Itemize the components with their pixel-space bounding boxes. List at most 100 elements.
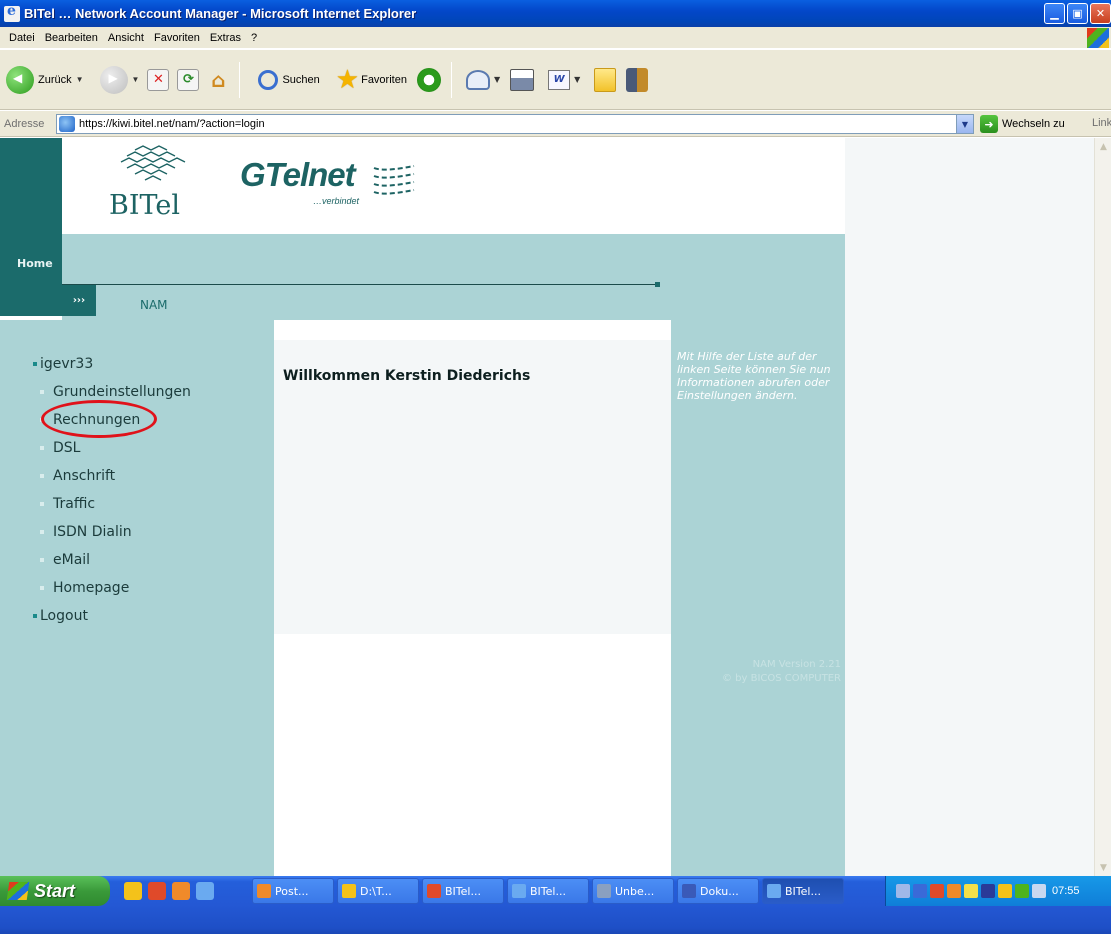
print-icon[interactable]	[510, 68, 535, 91]
task-label: Post...	[275, 884, 309, 898]
chevron-down-icon[interactable]: ▼	[956, 115, 973, 133]
menu-item-grundeinstellungen[interactable]: Grundeinstellungen	[40, 384, 191, 400]
app-icon	[597, 884, 611, 898]
menu-item-label: eMail	[53, 552, 91, 568]
menu-extras[interactable]: Extras	[205, 32, 246, 44]
mail-icon[interactable]	[465, 69, 490, 90]
internet-explorer-icon[interactable]	[196, 882, 214, 900]
version-info: NAM Version 2.21 © by BICOS COMPUTER	[677, 658, 841, 686]
address-input[interactable]: https://kiwi.bitel.net/nam/?action=login…	[56, 114, 974, 134]
menu-datei[interactable]: Datei	[4, 32, 40, 44]
calendar-icon[interactable]	[947, 884, 961, 898]
menu-item-traffic[interactable]: Traffic	[40, 496, 95, 512]
go-button[interactable]: ➜ Wechseln zu	[980, 115, 1065, 133]
scroll-down-icon[interactable]: ▼	[1095, 859, 1111, 876]
task-label: Doku...	[700, 884, 739, 898]
windows-logo-icon	[1087, 28, 1109, 48]
app-icon[interactable]	[998, 884, 1012, 898]
account-menu: igevr33 Grundeinstellungen Rechnungen DS…	[0, 320, 274, 876]
task-button[interactable]: Unbe...	[592, 878, 674, 904]
task-button[interactable]: Post...	[252, 878, 334, 904]
forward-arrow-icon	[99, 65, 128, 94]
page-right-background	[845, 138, 1094, 876]
chevron-down-icon[interactable]: ▼	[574, 75, 580, 84]
favorites-label: Favoriten	[361, 73, 407, 86]
shield-icon[interactable]	[913, 884, 927, 898]
menu-item-label: DSL	[53, 440, 81, 456]
go-label: Wechseln zu	[1002, 118, 1065, 130]
favorites-button[interactable]: ★ Favoriten	[326, 64, 407, 95]
chevron-down-icon[interactable]: ▼	[132, 75, 140, 84]
vertical-scrollbar[interactable]: ▲ ▼	[1094, 138, 1111, 876]
internet-explorer-icon	[4, 3, 20, 22]
notes-icon[interactable]	[594, 67, 617, 92]
app-icon[interactable]	[1015, 884, 1029, 898]
task-button[interactable]: BITel...	[422, 878, 504, 904]
search-button[interactable]: Suchen	[246, 69, 320, 90]
bitel-logo-text: BITel	[109, 190, 181, 221]
task-button-active[interactable]: BITel...	[762, 878, 844, 904]
main-content: Willkommen Kerstin Diederichs	[274, 320, 671, 876]
home-icon[interactable]: ⌂	[207, 68, 229, 92]
chevron-down-icon[interactable]: ▼	[494, 75, 500, 84]
refresh-icon[interactable]: ⟳	[177, 68, 200, 91]
bullet-icon	[33, 362, 37, 366]
start-label: Start	[34, 880, 76, 901]
app-icon[interactable]	[964, 884, 978, 898]
clock[interactable]: 07:55	[1052, 885, 1080, 897]
search-label: Suchen	[282, 73, 320, 86]
menu-logout[interactable]: Logout	[33, 608, 88, 624]
task-button[interactable]: BITel...	[507, 878, 589, 904]
app-icon[interactable]	[930, 884, 944, 898]
copyright-label: © by BICOS COMPUTER	[721, 673, 841, 684]
welcome-heading: Willkommen Kerstin Diederichs	[283, 368, 531, 384]
scroll-up-icon[interactable]: ▲	[1095, 138, 1111, 155]
menu-item-homepage[interactable]: Homepage	[40, 580, 129, 596]
menu-item-dsl[interactable]: DSL	[40, 440, 80, 456]
bullet-icon	[40, 390, 44, 394]
tray-icons	[896, 884, 1046, 898]
network-icon[interactable]	[896, 884, 910, 898]
task-button[interactable]: Doku...	[677, 878, 759, 904]
breadcrumb-nam[interactable]: NAM	[140, 298, 168, 312]
volume-icon[interactable]	[1032, 884, 1046, 898]
mail-icon[interactable]	[148, 882, 166, 900]
close-button[interactable]: ✕	[1090, 3, 1111, 24]
menu-help[interactable]: ?	[246, 32, 262, 44]
app-icon[interactable]	[981, 884, 995, 898]
menu-item-anschrift[interactable]: Anschrift	[40, 468, 115, 484]
minimize-button[interactable]: ▁	[1044, 3, 1065, 24]
menu-item-label: Traffic	[53, 496, 96, 512]
history-icon[interactable]	[416, 67, 441, 92]
chevron-down-icon[interactable]: ▼	[76, 75, 84, 84]
folder-icon[interactable]	[124, 882, 142, 900]
menu-item-label: Grundeinstellungen	[53, 384, 191, 400]
task-button[interactable]: D:\T...	[337, 878, 419, 904]
bullet-icon	[40, 558, 44, 562]
app-icon	[427, 884, 441, 898]
calendar-icon[interactable]	[172, 882, 190, 900]
forward-button[interactable]: ▼	[90, 65, 140, 94]
menu-account[interactable]: igevr33	[33, 356, 93, 372]
gtelnet-waves-icon	[373, 165, 415, 195]
links-label[interactable]: Link	[1092, 117, 1111, 129]
menu-favoriten[interactable]: Favoriten	[149, 32, 205, 44]
menu-item-email[interactable]: eMail	[40, 552, 90, 568]
messenger-icon[interactable]	[626, 67, 649, 92]
menu-ansicht[interactable]: Ansicht	[103, 32, 149, 44]
start-button[interactable]: Start	[0, 876, 110, 906]
back-button[interactable]: Zurück ▼	[6, 65, 84, 94]
home-link[interactable]: Home	[17, 257, 53, 270]
word-icon[interactable]: W	[548, 69, 571, 90]
window-titlebar[interactable]: BITel … Network Account Manager - Micros…	[0, 0, 1111, 27]
maximize-button[interactable]: ▣	[1067, 3, 1088, 24]
stop-icon[interactable]: ✕	[147, 68, 170, 91]
bullet-icon	[40, 530, 44, 534]
menu-item-isdn-dialin[interactable]: ISDN Dialin	[40, 524, 132, 540]
task-label: BITel...	[785, 884, 821, 898]
welcome-panel: Willkommen Kerstin Diederichs	[274, 340, 671, 634]
page-icon	[59, 116, 75, 132]
address-url[interactable]: https://kiwi.bitel.net/nam/?action=login	[79, 118, 265, 130]
menu-bearbeiten[interactable]: Bearbeiten	[40, 32, 103, 44]
star-icon: ★	[335, 64, 360, 94]
